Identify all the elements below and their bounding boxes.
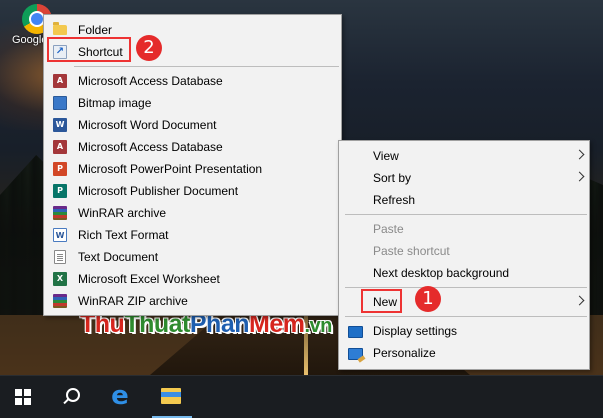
bitmap-icon	[53, 96, 67, 110]
chevron-right-icon	[574, 171, 585, 182]
menu-item-label: Refresh	[373, 193, 416, 207]
display-settings-menu-item[interactable]: Display settings	[339, 320, 589, 342]
start-button[interactable]	[0, 376, 48, 418]
chevron-right-icon	[574, 149, 585, 160]
rtf-icon: W	[53, 228, 67, 242]
sort-by-menu-item[interactable]: Sort by	[339, 167, 589, 189]
watermark-part: .vn	[304, 315, 332, 337]
new-access-database-item[interactable]: A Microsoft Access Database	[44, 70, 341, 92]
display-settings-icon	[348, 326, 363, 338]
menu-separator	[74, 66, 339, 67]
taskbar: e	[0, 375, 603, 418]
menu-item-label: View	[373, 149, 399, 163]
word-icon: W	[53, 118, 67, 132]
desktop-context-menu: View Sort by Refresh Paste Paste shortcu…	[338, 140, 590, 370]
menu-item-label: Bitmap image	[78, 96, 152, 110]
menu-item-label: Sort by	[373, 171, 412, 185]
menu-item-label: Rich Text Format	[78, 228, 169, 242]
view-menu-item[interactable]: View	[339, 145, 589, 167]
menu-item-label: WinRAR archive	[78, 206, 167, 220]
menu-item-label: Microsoft Word Document	[78, 118, 217, 132]
next-desktop-background-menu-item[interactable]: Next desktop background	[339, 262, 589, 284]
menu-separator	[345, 214, 587, 215]
file-explorer-button[interactable]	[148, 376, 196, 418]
new-text-document-item[interactable]: Text Document	[44, 246, 341, 268]
personalize-icon	[348, 348, 363, 360]
menu-item-label: Microsoft PowerPoint Presentation	[78, 162, 263, 176]
new-access-database-item-2[interactable]: A Microsoft Access Database	[44, 136, 341, 158]
new-word-document-item[interactable]: W Microsoft Word Document	[44, 114, 341, 136]
excel-icon: X	[53, 272, 67, 286]
search-button[interactable]	[48, 376, 96, 418]
edge-icon: e	[111, 381, 129, 411]
winrar-icon	[53, 206, 67, 220]
menu-item-label: Folder	[78, 23, 113, 37]
new-excel-worksheet-item[interactable]: X Microsoft Excel Worksheet	[44, 268, 341, 290]
new-rich-text-item[interactable]: W Rich Text Format	[44, 224, 341, 246]
publisher-icon: P	[53, 184, 67, 198]
menu-item-label: Paste shortcut	[373, 244, 450, 258]
powerpoint-icon: P	[53, 162, 67, 176]
paste-shortcut-menu-item: Paste shortcut	[339, 240, 589, 262]
folder-icon	[53, 22, 67, 35]
new-winrar-archive-item[interactable]: WinRAR archive	[44, 202, 341, 224]
menu-item-label: Paste	[373, 222, 404, 236]
edge-button[interactable]: e	[96, 376, 144, 418]
menu-separator	[345, 287, 587, 288]
menu-item-label: Text Document	[78, 250, 159, 264]
chevron-right-icon	[574, 295, 585, 306]
new-winrar-zip-item[interactable]: WinRAR ZIP archive	[44, 290, 341, 312]
new-publisher-item[interactable]: P Microsoft Publisher Document	[44, 180, 341, 202]
menu-item-label: Microsoft Access Database	[78, 140, 223, 154]
windows-start-icon	[15, 389, 31, 405]
text-document-icon	[54, 250, 66, 264]
step-1-callout: 1	[415, 286, 441, 312]
winrar-zip-icon	[53, 294, 67, 308]
menu-item-label: Personalize	[373, 346, 436, 360]
menu-item-label: Microsoft Publisher Document	[78, 184, 239, 198]
new-bitmap-image-item[interactable]: Bitmap image	[44, 92, 341, 114]
menu-item-label: Microsoft Access Database	[78, 74, 223, 88]
access-icon: A	[53, 74, 67, 88]
menu-separator	[345, 316, 587, 317]
step-2-callout: 2	[136, 35, 162, 61]
file-explorer-icon	[161, 388, 181, 404]
menu-item-label: Next desktop background	[373, 266, 510, 280]
menu-item-label: Display settings	[373, 324, 458, 338]
refresh-menu-item[interactable]: Refresh	[339, 189, 589, 211]
new-powerpoint-item[interactable]: P Microsoft PowerPoint Presentation	[44, 158, 341, 180]
paste-menu-item: Paste	[339, 218, 589, 240]
access-icon: A	[53, 140, 67, 154]
shortcut-highlight	[47, 37, 131, 62]
menu-item-label: Microsoft Excel Worksheet	[78, 272, 220, 286]
personalize-menu-item[interactable]: Personalize	[339, 342, 589, 364]
new-highlight	[361, 289, 402, 313]
search-icon	[66, 388, 80, 402]
menu-item-label: WinRAR ZIP archive	[78, 294, 188, 308]
